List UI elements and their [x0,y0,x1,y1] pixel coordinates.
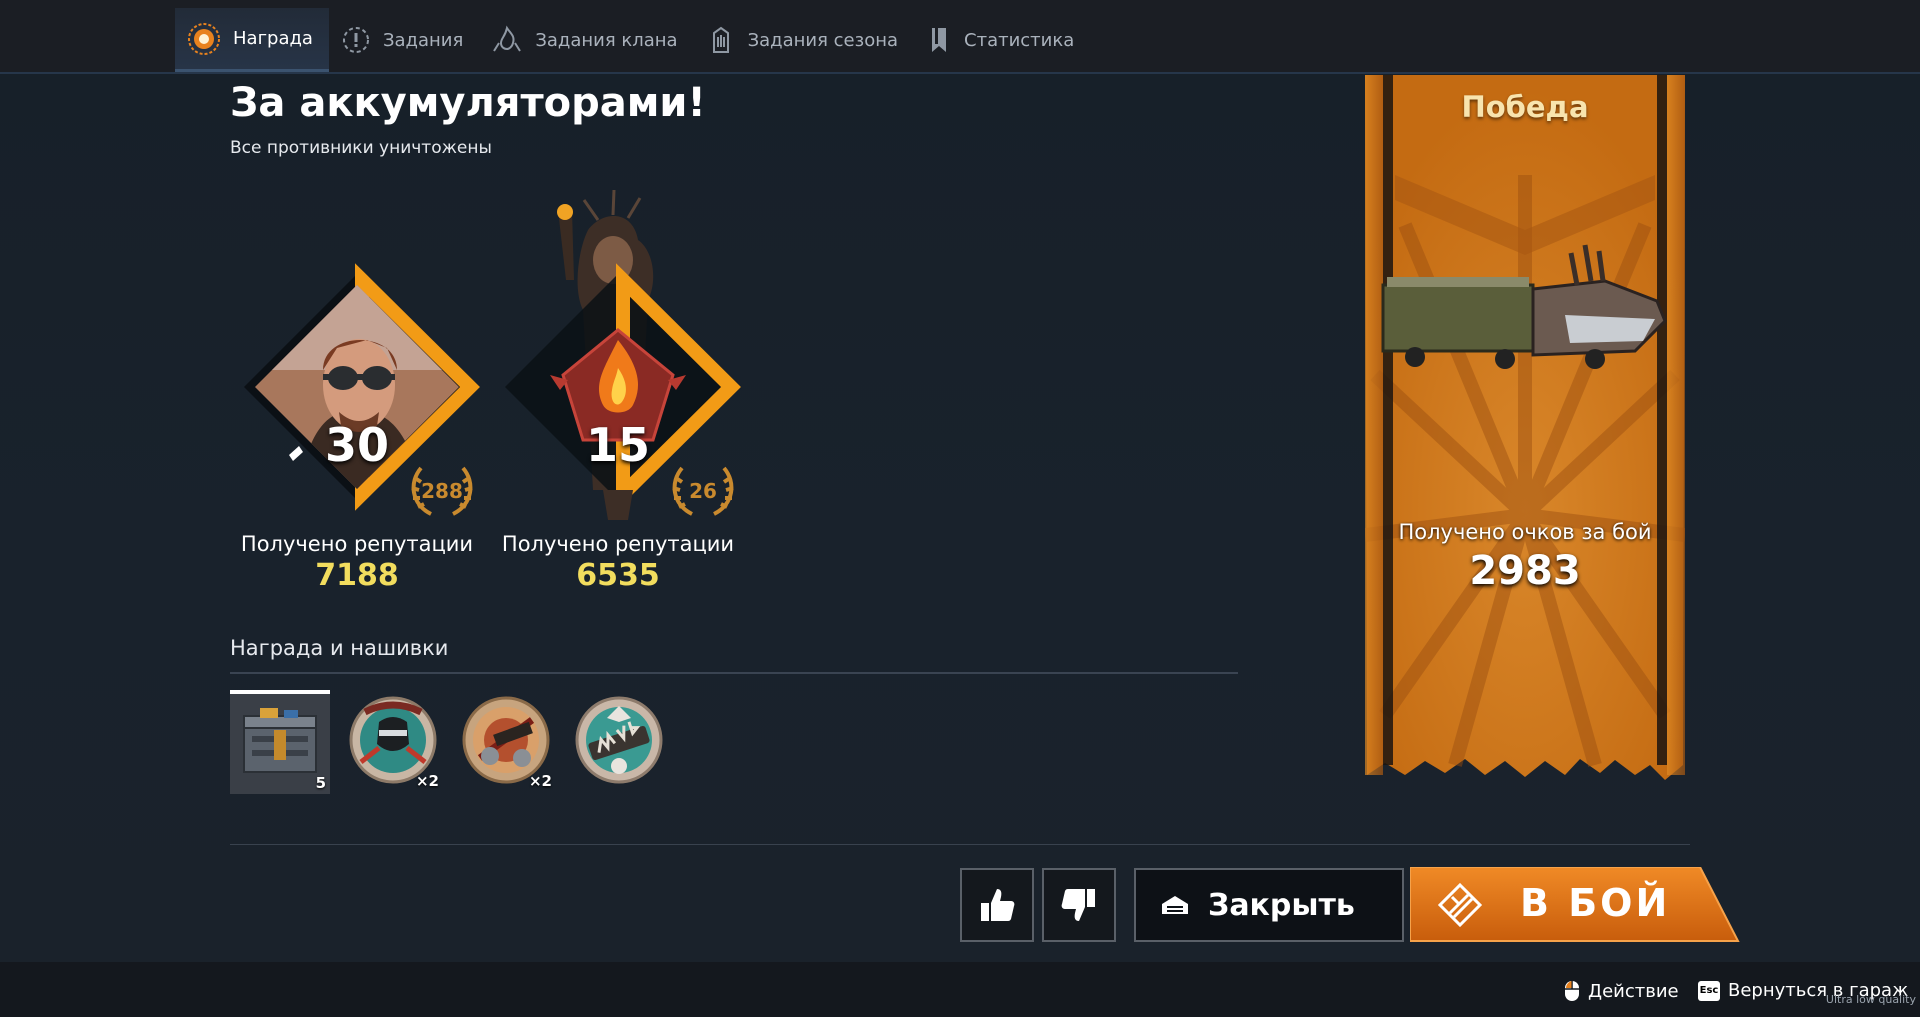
mvp-patch-icon [575,696,663,784]
garage-icon [1162,896,1188,914]
rewards-section-title: Награда и нашивки [230,636,449,660]
tab-clan-missions[interactable]: Задания клана [479,8,693,72]
laurel-rank-badge: 288 [407,460,477,520]
action-hint-label: Действие [1588,980,1679,1002]
close-label: Закрыть [1208,887,1355,923]
tab-reward[interactable]: Награда [175,8,329,72]
tab-label: Статистика [964,29,1075,51]
like-button[interactable] [960,868,1034,942]
actions-divider [230,844,1690,845]
close-button[interactable]: Закрыть [1134,868,1404,942]
reputation-value: 6535 [576,558,660,593]
dislike-button[interactable] [1042,868,1116,942]
reputation-value: 7188 [315,558,399,593]
mouse-icon [1565,981,1579,1001]
reward-mvp-patch[interactable] [569,692,669,792]
reward-count: 5 [315,774,326,792]
reward-backstab-patch[interactable]: ×2 [343,692,443,792]
reputation-card-character: 30 288 Получено репутации 7188 [227,190,487,600]
battle-score-label: Получено очков за бой [1398,520,1652,544]
bookmark-icon [926,25,952,55]
to-battle-button[interactable]: В БОЙ [1410,867,1740,943]
reputation-label: Получено репутации [240,532,474,556]
reputation-label: Получено репутации [501,532,735,556]
tab-season-missions[interactable]: Задания сезона [694,8,914,72]
tab-label: Задания [382,29,464,51]
reward-kill-joy-patch[interactable]: ×2 [456,692,556,792]
tab-label: Награда [233,28,313,49]
top-tab-bar: Награда Задания Задания клана Задания се… [0,0,1920,74]
reward-count: ×2 [528,772,552,790]
battle-label: В БОЙ [1520,881,1671,925]
result-title: Победа [1461,90,1589,124]
tab-list: Награда Задания Задания клана Задания се… [175,8,1090,72]
victory-banner [1365,75,1685,780]
tab-statistics[interactable]: Статистика [914,8,1090,72]
rank-number: 26 [689,479,717,503]
mission-title: За аккумуляторами! [230,80,706,126]
action-hint[interactable]: Действие [1564,980,1679,1002]
mission-alert-icon [341,25,371,55]
battle-emblem-icon [1438,883,1482,927]
rank-number: 288 [421,479,463,503]
thumbs-down-icon [1061,889,1095,921]
rewards-divider [230,672,1238,674]
thumbs-up-icon [981,889,1015,921]
esc-key-icon: Esc [1698,980,1720,1001]
laurel-rank-badge: 26 [668,460,738,520]
reward-battery-crate[interactable]: 5 [230,690,330,794]
tab-label: Задания клана [535,29,678,51]
season-tower-icon [706,25,736,55]
reward-count: ×2 [415,772,439,790]
tab-missions[interactable]: Задания [329,8,479,72]
reward-medal-icon [187,22,221,56]
mission-subtitle: Все противники уничтожены [230,138,492,158]
reputation-card-faction: 15 26 Получено репутации 6535 [488,190,748,600]
quality-label: Ultra low quality [1825,993,1916,1006]
tab-label: Задания сезона [747,29,899,51]
battle-score-value: 2983 [1469,548,1581,594]
clan-flame-icon [491,25,523,55]
